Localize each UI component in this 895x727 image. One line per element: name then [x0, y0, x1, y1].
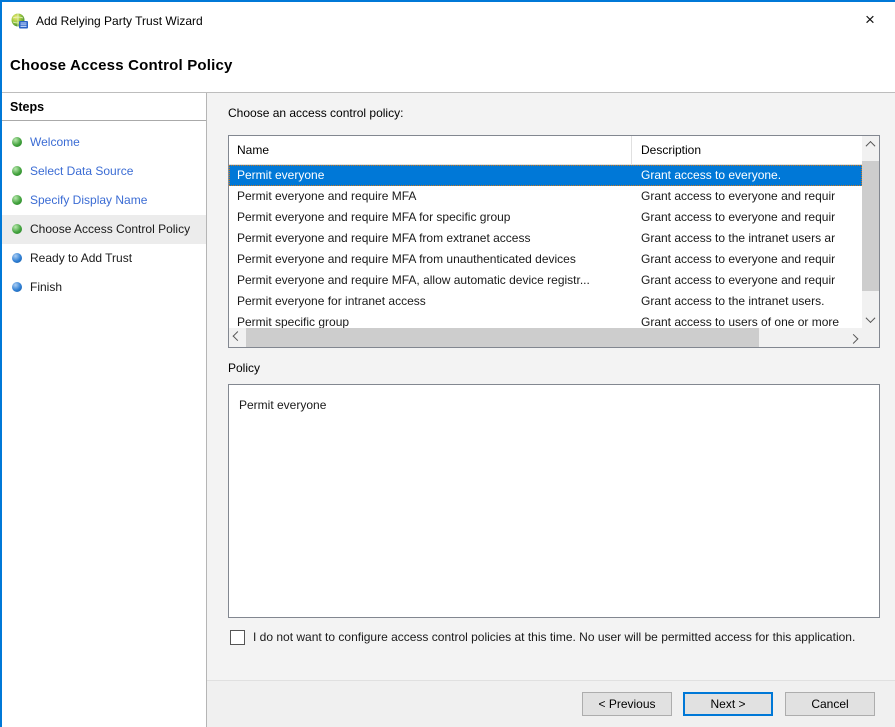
table-header[interactable]: Name Description	[229, 136, 879, 165]
step-current-icon	[12, 224, 22, 234]
scroll-right-icon[interactable]	[845, 328, 862, 347]
table-row[interactable]: Permit everyone and require MFA for spec…	[229, 207, 862, 228]
steps-list: Welcome Select Data Source Specify Displ…	[2, 128, 206, 302]
step-label: Ready to Add Trust	[30, 251, 132, 265]
step-label: Specify Display Name	[30, 193, 147, 207]
policy-description-cell: Grant access to the intranet users ar	[641, 231, 860, 245]
adfs-app-icon	[11, 13, 29, 29]
skip-policy-checkbox[interactable]	[230, 630, 245, 645]
policy-description-cell: Grant access to everyone.	[641, 168, 860, 182]
table-row[interactable]: Permit everyone and require MFA from ext…	[229, 228, 862, 249]
policy-list-label: Choose an access control policy:	[228, 106, 403, 120]
policy-name-cell: Permit everyone and require MFA from ext…	[237, 231, 629, 245]
column-header-name[interactable]: Name	[237, 143, 269, 157]
sidebar-item-choose-access-control-policy[interactable]: Choose Access Control Policy	[2, 215, 206, 244]
scrollbar-corner	[862, 328, 879, 347]
policy-name-cell: Permit everyone	[237, 168, 629, 182]
policy-preview-box: Permit everyone	[228, 384, 880, 618]
table-row[interactable]: Permit everyone for intranet access Gran…	[229, 291, 862, 312]
sidebar-item-select-data-source[interactable]: Select Data Source	[2, 157, 206, 186]
policy-name-cell: Permit everyone for intranet access	[237, 294, 629, 308]
policy-description-cell: Grant access to users of one or more	[641, 315, 860, 328]
skip-policy-checkbox-row[interactable]: I do not want to configure access contro…	[230, 629, 859, 646]
main-pane: Choose an access control policy: Name De…	[207, 93, 895, 727]
scroll-left-icon[interactable]	[229, 328, 246, 347]
step-done-icon	[12, 137, 22, 147]
cancel-button[interactable]: Cancel	[785, 692, 875, 716]
steps-sidebar: Steps Welcome Select Data Source Specify…	[2, 93, 207, 727]
step-label: Select Data Source	[30, 164, 133, 178]
horizontal-scrollbar-thumb[interactable]	[246, 328, 759, 347]
scroll-down-icon[interactable]	[862, 311, 879, 328]
window-title: Add Relying Party Trust Wizard	[36, 14, 203, 28]
policy-name-cell: Permit specific group	[237, 315, 629, 328]
table-row[interactable]: Permit everyone and require MFA Grant ac…	[229, 186, 862, 207]
sidebar-item-specify-display-name[interactable]: Specify Display Name	[2, 186, 206, 215]
previous-button[interactable]: < Previous	[582, 692, 672, 716]
vertical-scrollbar[interactable]	[862, 136, 879, 328]
page-title: Choose Access Control Policy	[10, 57, 233, 74]
policy-preview-text: Permit everyone	[239, 398, 326, 412]
next-button[interactable]: Next >	[683, 692, 773, 716]
wizard-window: Add Relying Party Trust Wizard × Choose …	[0, 0, 895, 727]
close-icon[interactable]: ×	[853, 5, 887, 35]
steps-heading: Steps	[2, 93, 206, 121]
policy-description-cell: Grant access to everyone and requir	[641, 189, 860, 203]
step-done-icon	[12, 195, 22, 205]
title-bar[interactable]: Add Relying Party Trust Wizard	[2, 2, 893, 40]
sidebar-item-finish[interactable]: Finish	[2, 273, 206, 302]
table-row[interactable]: Permit everyone and require MFA from una…	[229, 249, 862, 270]
column-header-description[interactable]: Description	[641, 143, 701, 157]
vertical-scrollbar-thumb[interactable]	[862, 161, 879, 291]
step-done-icon	[12, 166, 22, 176]
step-label: Choose Access Control Policy	[30, 222, 190, 236]
access-control-policy-table: Name Description Permit everyone Grant a…	[228, 135, 880, 348]
table-row[interactable]: Permit specific group Grant access to us…	[229, 312, 862, 328]
horizontal-scrollbar[interactable]	[229, 328, 862, 347]
scroll-up-icon[interactable]	[862, 136, 879, 153]
step-label: Finish	[30, 280, 62, 294]
sidebar-item-ready-to-add-trust[interactable]: Ready to Add Trust	[2, 244, 206, 273]
table-row[interactable]: Permit everyone and require MFA, allow a…	[229, 270, 862, 291]
policy-name-cell: Permit everyone and require MFA from una…	[237, 252, 629, 266]
page-header: Choose Access Control Policy	[2, 40, 895, 93]
policy-name-cell: Permit everyone and require MFA for spec…	[237, 210, 629, 224]
step-label: Welcome	[30, 135, 80, 149]
sidebar-item-welcome[interactable]: Welcome	[2, 128, 206, 157]
policy-description-cell: Grant access to everyone and requir	[641, 252, 860, 266]
step-upcoming-icon	[12, 282, 22, 292]
policy-description-cell: Grant access to the intranet users.	[641, 294, 860, 308]
skip-policy-checkbox-label: I do not want to configure access contro…	[253, 629, 859, 646]
footer-bar: < Previous Next > Cancel	[207, 680, 895, 727]
policy-name-cell: Permit everyone and require MFA	[237, 189, 629, 203]
column-separator[interactable]	[631, 136, 632, 164]
policy-section-label: Policy	[228, 361, 260, 375]
table-row[interactable]: Permit everyone Grant access to everyone…	[229, 165, 862, 186]
step-upcoming-icon	[12, 253, 22, 263]
policy-description-cell: Grant access to everyone and requir	[641, 273, 860, 287]
policy-name-cell: Permit everyone and require MFA, allow a…	[237, 273, 629, 287]
policy-description-cell: Grant access to everyone and requir	[641, 210, 860, 224]
table-body: Permit everyone Grant access to everyone…	[229, 165, 862, 328]
